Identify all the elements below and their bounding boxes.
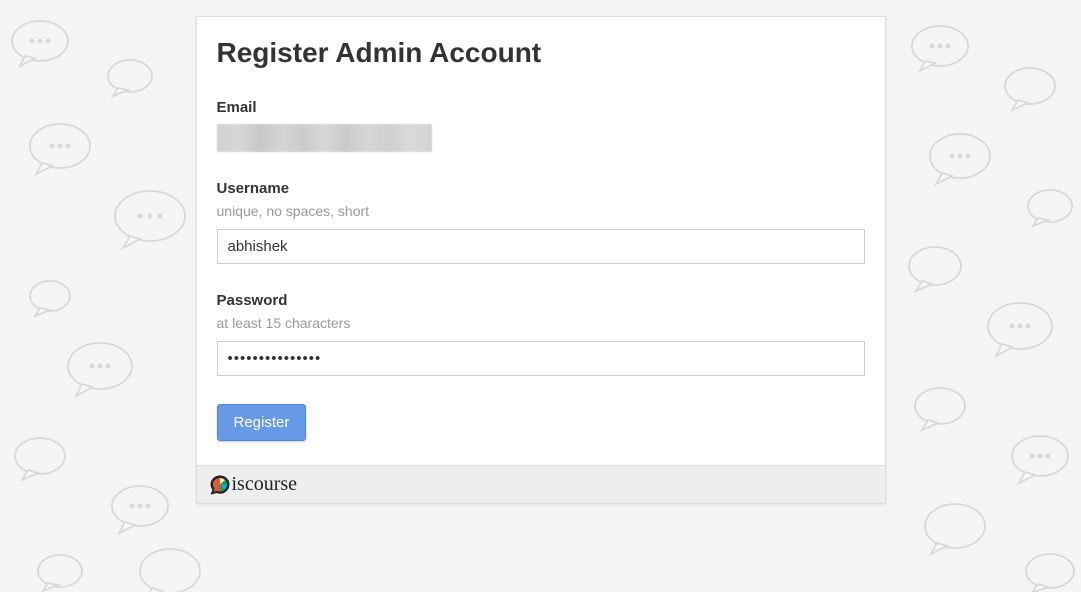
username-input[interactable] bbox=[217, 229, 865, 264]
email-value-redacted bbox=[217, 124, 432, 152]
discourse-brand-text: iscourse bbox=[232, 473, 298, 496]
page-title: Register Admin Account bbox=[217, 37, 865, 69]
password-hint: at least 15 characters bbox=[217, 315, 865, 331]
footer: iscourse bbox=[197, 465, 885, 503]
discourse-logo: iscourse bbox=[209, 473, 298, 496]
email-label: Email bbox=[217, 99, 865, 116]
email-group: Email bbox=[217, 99, 865, 152]
password-input[interactable] bbox=[217, 341, 865, 376]
username-group: Username unique, no spaces, short bbox=[217, 180, 865, 264]
discourse-icon bbox=[209, 474, 231, 496]
password-label: Password bbox=[217, 292, 865, 309]
password-group: Password at least 15 characters bbox=[217, 292, 865, 376]
register-button[interactable]: Register bbox=[217, 404, 307, 441]
register-form-container: Register Admin Account Email Username un… bbox=[196, 16, 886, 504]
username-label: Username bbox=[217, 180, 865, 197]
username-hint: unique, no spaces, short bbox=[217, 203, 865, 219]
